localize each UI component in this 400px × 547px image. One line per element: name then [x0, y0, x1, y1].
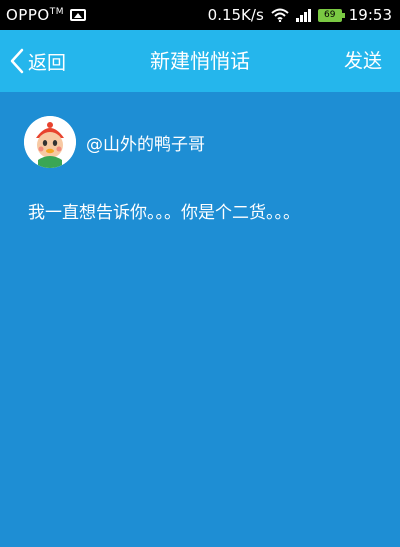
composer-area[interactable]: @山外的鸭子哥 我一直想告诉你。。。你是个二货。。。	[0, 92, 400, 547]
message-input[interactable]: 我一直想告诉你。。。你是个二货。。。	[28, 200, 328, 227]
send-button[interactable]: 发送	[344, 30, 382, 92]
clock: 19:53	[348, 6, 392, 24]
back-button[interactable]: 返回	[10, 30, 66, 92]
carrier-mark: TM	[49, 7, 64, 17]
network-speed: 0.15K/s	[207, 6, 264, 24]
header-bar: 返回 新建悄悄话 发送	[0, 30, 400, 92]
battery-icon: 69	[317, 8, 345, 22]
status-bar: OPPOTM 0.15K/s 69 19:53	[0, 0, 400, 30]
status-left: OPPOTM	[6, 6, 86, 24]
signal-icon	[295, 8, 311, 22]
status-right: 0.15K/s 69 19:53	[208, 6, 392, 24]
back-label: 返回	[28, 51, 67, 74]
mention-row: @山外的鸭子哥	[24, 116, 205, 168]
wifi-icon	[271, 8, 289, 22]
image-icon	[69, 9, 86, 21]
avatar	[24, 116, 76, 168]
mention-name[interactable]: @山外的鸭子哥	[86, 130, 205, 155]
carrier-label: OPPOTM	[6, 6, 64, 24]
chevron-left-icon	[10, 48, 24, 74]
duck-avatar-icon	[24, 116, 76, 168]
battery-level: 69	[324, 9, 336, 20]
